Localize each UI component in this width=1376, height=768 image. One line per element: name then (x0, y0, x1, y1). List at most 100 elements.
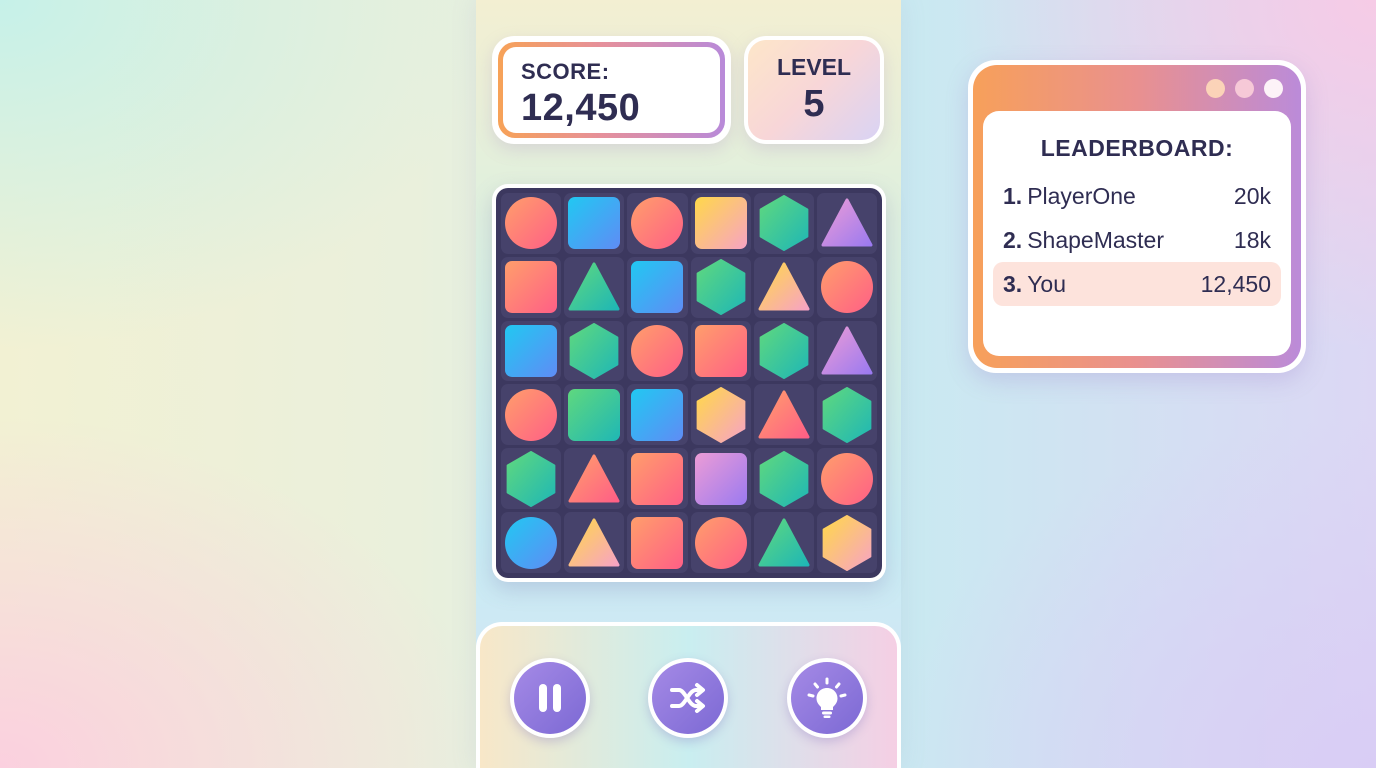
tile-cell[interactable] (564, 193, 625, 254)
leaderboard-title: LEADERBOARD: (1040, 135, 1234, 161)
tile-cell[interactable] (690, 384, 751, 446)
triangle-coral-tile (758, 390, 810, 439)
shuffle-button-face (652, 662, 724, 734)
hexagon-green-tile (506, 450, 556, 507)
leaderboard-row: 1. PlayerOne 20k (993, 174, 1281, 218)
square-blue-tile (631, 388, 684, 441)
square-yellow-tile (694, 197, 747, 250)
tile-cell[interactable] (816, 256, 877, 318)
tile-cell[interactable] (627, 320, 688, 382)
tile-cell[interactable] (501, 448, 562, 510)
circle-coral-tile (820, 452, 873, 505)
control-bar (476, 622, 901, 768)
window-dot-3[interactable] (1264, 79, 1283, 98)
tile-cell[interactable] (753, 384, 814, 446)
tile-cell[interactable] (501, 193, 562, 254)
circle-coral-tile (694, 516, 747, 569)
hint-button-face (791, 662, 863, 734)
triangle-green-tile (758, 518, 810, 567)
level-card: LEVEL 5 (744, 36, 884, 144)
hint-button[interactable] (787, 658, 867, 738)
square-coral-tile (631, 516, 684, 569)
leaderboard-window: LEADERBOARD: 1. PlayerOne 20k 2. ShapeMast… (968, 60, 1306, 373)
circle-coral-tile (631, 325, 684, 378)
tile-cell[interactable] (690, 193, 751, 254)
score-card-border: SCORE: 12,450 (498, 42, 725, 138)
leaderboard-rank: 3. (1003, 270, 1023, 297)
level-card-content: LEVEL 5 (748, 40, 880, 140)
tile-cell[interactable] (564, 256, 625, 318)
leaderboard-score: 18k (1233, 226, 1271, 253)
pause-button[interactable] (510, 658, 590, 738)
hexagon-green-tile (759, 195, 809, 252)
tile-cell[interactable] (501, 384, 562, 446)
circle-coral-tile (505, 197, 558, 250)
score-value: 12,450 (521, 87, 641, 129)
tile-cell[interactable] (816, 320, 877, 382)
tile-cell[interactable] (753, 512, 814, 573)
game-column: SCORE: 12,450 LEVEL 5 (476, 0, 901, 768)
tile-cell[interactable] (753, 193, 814, 254)
leaderboard-rank: 2. (1003, 226, 1023, 253)
tile-cell[interactable] (564, 448, 625, 510)
tile-cell[interactable] (627, 512, 688, 573)
window-dot-1[interactable] (1206, 79, 1225, 98)
tile-cell[interactable] (816, 448, 877, 510)
shuffle-icon (670, 683, 705, 713)
triangle-yellow-tile (758, 262, 810, 311)
tile-cell[interactable] (627, 384, 688, 446)
tile-cell[interactable] (627, 193, 688, 254)
hexagon-yellow-tile (822, 514, 872, 571)
score-label: SCORE: (521, 59, 610, 84)
triangle-yellow-tile (568, 518, 620, 567)
tile-cell[interactable] (564, 384, 625, 446)
tile-cell[interactable] (501, 512, 562, 573)
tile-cell[interactable] (690, 512, 751, 573)
tile-cell[interactable] (564, 512, 625, 573)
tile-cell[interactable] (690, 256, 751, 318)
circle-coral-tile (631, 197, 684, 250)
hexagon-green-tile (569, 323, 619, 380)
tile-cell[interactable] (816, 193, 877, 254)
leaderboard-player: 1. PlayerOne (1003, 183, 1136, 210)
game-board (492, 184, 886, 582)
square-coral-tile (631, 452, 684, 505)
lightbulb-icon (807, 677, 847, 718)
square-coral-tile (694, 325, 747, 378)
tile-cell[interactable] (690, 320, 751, 382)
tile-cell[interactable] (627, 256, 688, 318)
hexagon-green-tile (822, 386, 872, 443)
window-dot-2[interactable] (1235, 79, 1254, 98)
square-blue-tile (631, 261, 684, 314)
tile-cell[interactable] (816, 512, 877, 573)
hexagon-green-tile (759, 450, 809, 507)
tile-cell[interactable] (690, 448, 751, 510)
tile-cell[interactable] (753, 320, 814, 382)
score-card-content: SCORE: 12,450 (503, 47, 720, 133)
tile-cell[interactable] (501, 256, 562, 318)
pause-icon (539, 684, 561, 712)
tile-cell[interactable] (753, 256, 814, 318)
triangle-purple-tile (821, 198, 873, 247)
leaderboard-frame: LEADERBOARD: 1. PlayerOne 20k 2. ShapeMast… (973, 65, 1301, 368)
leaderboard-name: You (1027, 270, 1066, 297)
tile-cell[interactable] (501, 320, 562, 382)
circle-coral-tile (820, 261, 873, 314)
shuffle-button[interactable] (648, 658, 728, 738)
square-coral-tile (505, 261, 558, 314)
score-card: SCORE: 12,450 (492, 36, 731, 144)
leaderboard-row-current-player: 3. You 12,450 (993, 262, 1281, 306)
hexagon-yellow-tile (696, 386, 745, 443)
square-blue-tile (505, 325, 558, 378)
tile-cell[interactable] (753, 448, 814, 510)
leaderboard-score: 20k (1233, 182, 1271, 209)
control-bar-inner (480, 626, 897, 768)
triangle-coral-tile (568, 454, 620, 503)
leaderboard-player: 2. ShapeMaster (1003, 227, 1164, 254)
circle-coral-tile (505, 388, 558, 441)
hexagon-green-tile (759, 323, 809, 380)
square-blue-tile (568, 197, 621, 250)
tile-cell[interactable] (564, 320, 625, 382)
tile-cell[interactable] (627, 448, 688, 510)
tile-cell[interactable] (816, 384, 877, 446)
